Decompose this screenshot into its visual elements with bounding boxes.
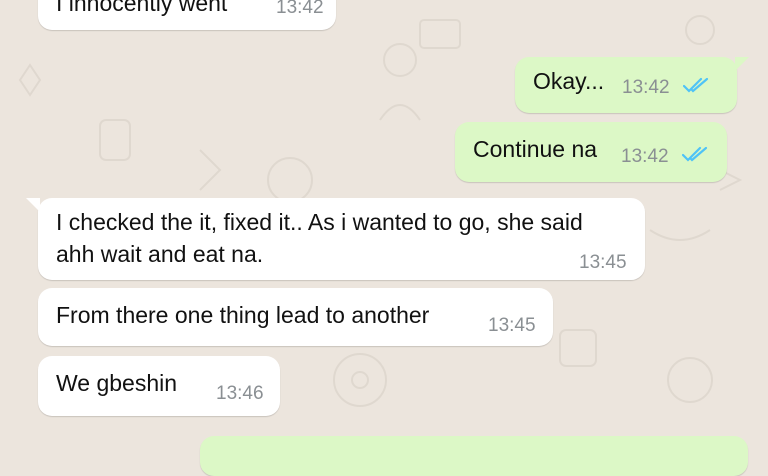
message-incoming[interactable]: I checked the it, fixed it.. As i wanted… [26,198,645,280]
message-incoming[interactable]: From there one thing lead to another 13:… [38,288,553,346]
bubble-tail [26,198,40,212]
message-incoming[interactable]: I innocently went 13:42 [38,0,336,30]
message-text: We gbeshin [56,370,178,396]
message-text: I innocently went [56,0,228,16]
message-outgoing[interactable]: Okay... 13:42 [515,57,749,113]
message-timestamp: 13:45 [579,252,627,273]
message-text-line: ahh wait and eat na. [56,241,264,267]
message-timestamp: 13:42 [621,146,669,167]
message-timestamp: 13:42 [622,77,670,98]
message-text: From there one thing lead to another [56,302,430,328]
message-timestamp: 13:46 [216,383,264,404]
message-text-line: I checked the it, fixed it.. As i wanted… [56,209,583,235]
message-text: Continue na [473,136,598,162]
message-outgoing[interactable] [200,436,748,476]
message-incoming[interactable]: We gbeshin 13:46 [38,356,280,416]
bubble-tail [735,57,749,71]
double-check-read-icon [682,146,708,162]
message-text: Okay... [533,68,605,94]
message-timestamp: 13:45 [488,315,536,336]
message-outgoing[interactable]: Continue na 13:42 [455,122,727,182]
double-check-read-icon [683,77,709,93]
message-timestamp: 13:42 [276,0,324,18]
